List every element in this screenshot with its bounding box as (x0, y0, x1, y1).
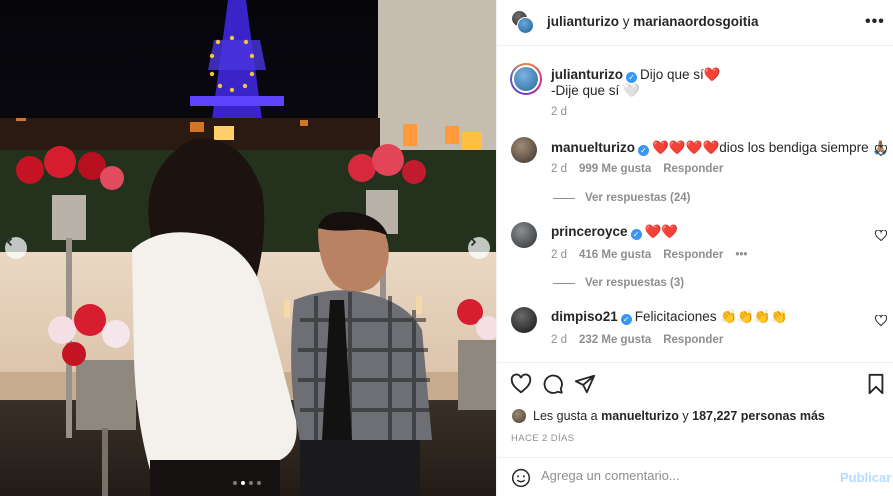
view-replies-label: Ver respuestas (3) (585, 277, 685, 289)
comment-username[interactable]: manuelturizo (551, 140, 635, 155)
carousel-dot (233, 481, 237, 485)
comment-likes[interactable]: 999 Me gusta (579, 163, 651, 175)
caption: julianturizo ✓ Dijo que sí❤️ (551, 67, 721, 83)
comment-meta: 2 d 232 Me gusta Responder (551, 334, 735, 346)
avatar[interactable] (511, 307, 537, 333)
caption-line-2: -Dije que sí 🤍 (551, 83, 640, 98)
like-comment-heart-icon[interactable] (875, 145, 887, 156)
verified-badge-icon: ✓ (638, 145, 650, 156)
comment-form: Publicar (497, 457, 893, 496)
comment-text: ❤️❤️ (644, 224, 679, 239)
comment-time[interactable]: 2 d (551, 334, 567, 346)
carousel-dot (249, 481, 253, 485)
view-replies-button[interactable]: Ver respuestas (3) (553, 277, 684, 289)
post-authors: julianturizo y marianaordosgoitia (547, 14, 759, 29)
more-options-icon[interactable]: ••• (865, 13, 885, 31)
comment-meta: 2 d 999 Me gusta Responder (551, 163, 735, 175)
caption-timestamp[interactable]: 2 d (551, 106, 567, 118)
verified-badge-icon: ✓ (626, 72, 637, 83)
publish-button[interactable]: Publicar (840, 470, 891, 485)
caption-username[interactable]: julianturizo (551, 67, 623, 82)
likes-count[interactable]: 187,227 personas más (692, 409, 825, 423)
post-actions: Les gusta a manuelturizo y 187,227 perso… (497, 362, 893, 460)
previous-photo-button[interactable] (5, 237, 27, 259)
caption-text: Dijo que sí❤️ (640, 67, 721, 82)
replies-divider (553, 197, 575, 199)
save-bookmark-icon[interactable] (865, 373, 887, 395)
reply-button[interactable]: Responder (663, 249, 723, 261)
verified-badge-icon: ✓ (620, 314, 632, 325)
likes-user[interactable]: manuelturizo (601, 409, 679, 423)
view-replies-button[interactable]: Ver respuestas (24) (553, 192, 690, 204)
chevron-right-icon (470, 237, 477, 247)
comment-text: Felicitaciones 👏👏👏👏 (634, 309, 788, 324)
post-photo[interactable] (0, 0, 496, 496)
avatar[interactable] (511, 137, 537, 163)
comment: manuelturizo ✓ ❤️❤️❤️❤️dios los bendiga si… (551, 140, 889, 156)
post-side-panel: julianturizo y marianaordosgoitia ••• ju… (496, 0, 893, 496)
likes-prefix: Les gusta a (533, 409, 598, 423)
author-username[interactable]: julianturizo (547, 14, 619, 29)
caption-time: 2 d (551, 106, 579, 118)
comment-text: ❤️❤️❤️❤️dios los bendiga siempre 🙏🏽 (652, 140, 890, 155)
emoji-icon[interactable] (511, 468, 531, 488)
comment-username[interactable]: dimpiso21 (551, 309, 618, 324)
comment-input[interactable] (541, 468, 831, 483)
author-joiner: y (622, 14, 630, 29)
like-heart-icon[interactable] (510, 373, 532, 395)
next-photo-button[interactable] (468, 237, 490, 259)
caption-avatar[interactable] (510, 63, 542, 95)
likes-summary[interactable]: Les gusta a manuelturizo y 187,227 perso… (533, 409, 825, 423)
likes-joiner: y (682, 409, 689, 423)
replies-divider (553, 282, 575, 284)
coauthor-username[interactable]: marianaordosgoitia (633, 14, 758, 29)
comment-options-icon[interactable]: ••• (735, 249, 747, 261)
like-comment-heart-icon[interactable] (875, 230, 887, 241)
comment: princeroyce ✓ ❤️❤️ (551, 224, 678, 240)
avatar[interactable] (511, 222, 537, 248)
comment-likes[interactable]: 416 Me gusta (579, 249, 651, 261)
comment-username[interactable]: princeroyce (551, 224, 628, 239)
comment-meta: 2 d 416 Me gusta Responder ••• (551, 249, 759, 261)
view-replies-label: Ver respuestas (24) (585, 192, 691, 204)
carousel-dot (257, 481, 261, 485)
likes-avatar[interactable] (512, 409, 526, 423)
carousel-dot-active (241, 481, 245, 485)
post-image (0, 0, 496, 496)
comment: dimpiso21 ✓ Felicitaciones 👏👏👏👏 (551, 309, 788, 325)
reply-button[interactable]: Responder (663, 334, 723, 346)
reply-button[interactable]: Responder (663, 163, 723, 175)
comment-bubble-icon[interactable] (542, 373, 564, 395)
carousel-indicator (233, 481, 261, 485)
share-send-icon[interactable] (574, 373, 596, 395)
comment-likes[interactable]: 232 Me gusta (579, 334, 651, 346)
avatar[interactable] (517, 17, 534, 34)
chevron-left-icon (6, 237, 13, 247)
verified-badge-icon: ✓ (630, 229, 642, 240)
like-comment-heart-icon[interactable] (875, 315, 887, 326)
post-time-ago[interactable]: HACE 2 DÍAS (511, 433, 575, 444)
comment-time[interactable]: 2 d (551, 249, 567, 261)
post-header: julianturizo y marianaordosgoitia ••• (497, 0, 893, 46)
comment-time[interactable]: 2 d (551, 163, 567, 175)
